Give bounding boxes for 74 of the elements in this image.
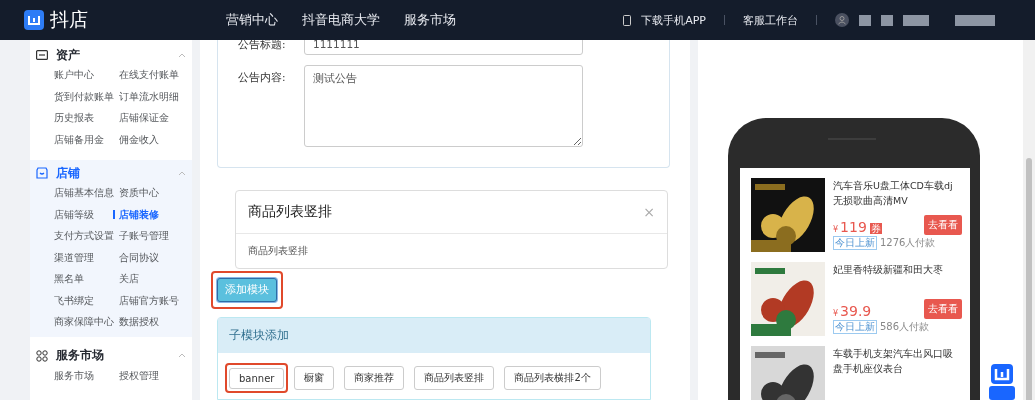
sidebar-item[interactable]: 佣金收入 (119, 130, 159, 148)
sidebar-item[interactable]: 服务市场 (54, 366, 94, 384)
sidebar-item[interactable]: 店铺保证金 (119, 109, 169, 127)
module-body-text: 商品列表竖排 (247, 244, 309, 258)
view-button[interactable]: 去看看 (924, 299, 962, 319)
shop-icon (36, 167, 48, 179)
apps-icon (36, 349, 48, 362)
sidebar-item[interactable]: 子账号管理 (119, 227, 169, 245)
avatar-icon[interactable] (835, 13, 849, 27)
sidebar-item[interactable]: 在线支付账单 (119, 66, 179, 84)
phone-icon (623, 14, 632, 26)
product-price: 119 (840, 219, 867, 235)
blurred-text (903, 14, 929, 26)
submodule-button[interactable]: 商品列表横排2个 (504, 366, 601, 390)
sidebar-item[interactable]: 数据授权 (119, 313, 159, 331)
app-download-link[interactable]: 下载手机APP (641, 12, 706, 28)
currency-symbol: ¥ (833, 225, 839, 234)
field-label: 公告内容: (238, 70, 287, 85)
submodule-button[interactable]: 商品列表竖排 (414, 366, 495, 390)
chevron-up-icon[interactable] (178, 170, 186, 176)
nav-link[interactable]: 服务市场 (404, 11, 456, 29)
submodule-button[interactable]: 商家推荐 (344, 366, 405, 390)
sidebar-item[interactable]: 渠道管理 (54, 248, 94, 266)
sidebar-item[interactable]: 资质中心 (119, 184, 159, 202)
view-button[interactable]: 去看看 (924, 215, 962, 235)
sidebar-item[interactable]: 商家保障中心 (54, 313, 114, 331)
logo-icon[interactable] (24, 10, 44, 30)
sidebar-item[interactable]: 店铺基本信息 (54, 184, 114, 202)
blurred-text (881, 14, 893, 26)
sidebar-item[interactable]: 支付方式设置 (54, 227, 114, 245)
sidebar-item[interactable]: 货到付款账单 (54, 87, 114, 105)
chevron-up-icon[interactable] (178, 353, 186, 358)
sidebar-item[interactable]: 店铺官方账号 (119, 291, 179, 309)
sidebar-item[interactable]: 关店 (119, 270, 139, 288)
new-tag: 今日上新 (833, 320, 877, 334)
blurred-text (955, 14, 995, 26)
submodule-button[interactable]: banner (229, 368, 285, 389)
nav-link[interactable]: 营销中心 (226, 11, 278, 29)
coupon-badge: 券 (869, 223, 882, 234)
sidebar-item[interactable]: 合同协议 (119, 248, 159, 266)
product-price: 39.9 (840, 303, 872, 319)
blurred-text (859, 14, 871, 26)
sales-count: 586人付款 (880, 321, 930, 333)
sidebar-item[interactable]: 飞书绑定 (54, 291, 94, 309)
sidebar-item[interactable]: 店铺等级 (54, 205, 94, 223)
card-icon (36, 50, 48, 60)
product-title: 汽车音乐U盘工体CD车载dj无损歌曲高清MV (833, 179, 954, 208)
sidebar-item[interactable]: 黑名单 (54, 270, 84, 288)
currency-symbol: ¥ (833, 309, 839, 318)
module-title: 商品列表竖排 (248, 203, 333, 221)
sidebar-item[interactable]: 账户中心 (54, 66, 94, 84)
new-tag: 今日上新 (833, 236, 877, 250)
title-input[interactable]: 1111111 (304, 40, 583, 55)
nav-link[interactable]: 抖音电商大学 (302, 11, 380, 29)
logo-icon[interactable] (989, 364, 1015, 400)
sidebar-item[interactable]: 店铺备用金 (54, 130, 104, 148)
brand-name: 抖店 (50, 7, 89, 32)
sidebar-item[interactable]: 店铺装修 (113, 205, 159, 223)
scrollbar-thumb[interactable] (1026, 158, 1032, 400)
submodule-button[interactable]: 橱窗 (294, 366, 335, 390)
content-textarea[interactable]: 测试公告 (304, 65, 583, 147)
sales-count: 1276人付款 (880, 237, 936, 249)
sidebar-item[interactable]: 订单流水明细 (119, 87, 179, 105)
sidebar-item[interactable]: 授权管理 (119, 366, 159, 384)
sidebar-group-title[interactable]: 服务市场 (56, 347, 178, 364)
product-title: 车载手机支架汽车出风口吸盘手机座仪表台 (833, 347, 954, 376)
field-label: 公告标题: (238, 40, 287, 52)
sidebar-item[interactable]: 历史报表 (54, 109, 94, 127)
workbench-link[interactable]: 客服工作台 (743, 12, 798, 28)
sidebar-group-title[interactable]: 资产 (56, 46, 178, 64)
chevron-up-icon[interactable] (178, 52, 186, 58)
product-title: 妃里香特级新疆和田大枣 (833, 263, 944, 277)
sidebar-group-title[interactable]: 店铺 (56, 164, 178, 182)
submodule-panel-title: 子模块添加 (218, 318, 650, 353)
